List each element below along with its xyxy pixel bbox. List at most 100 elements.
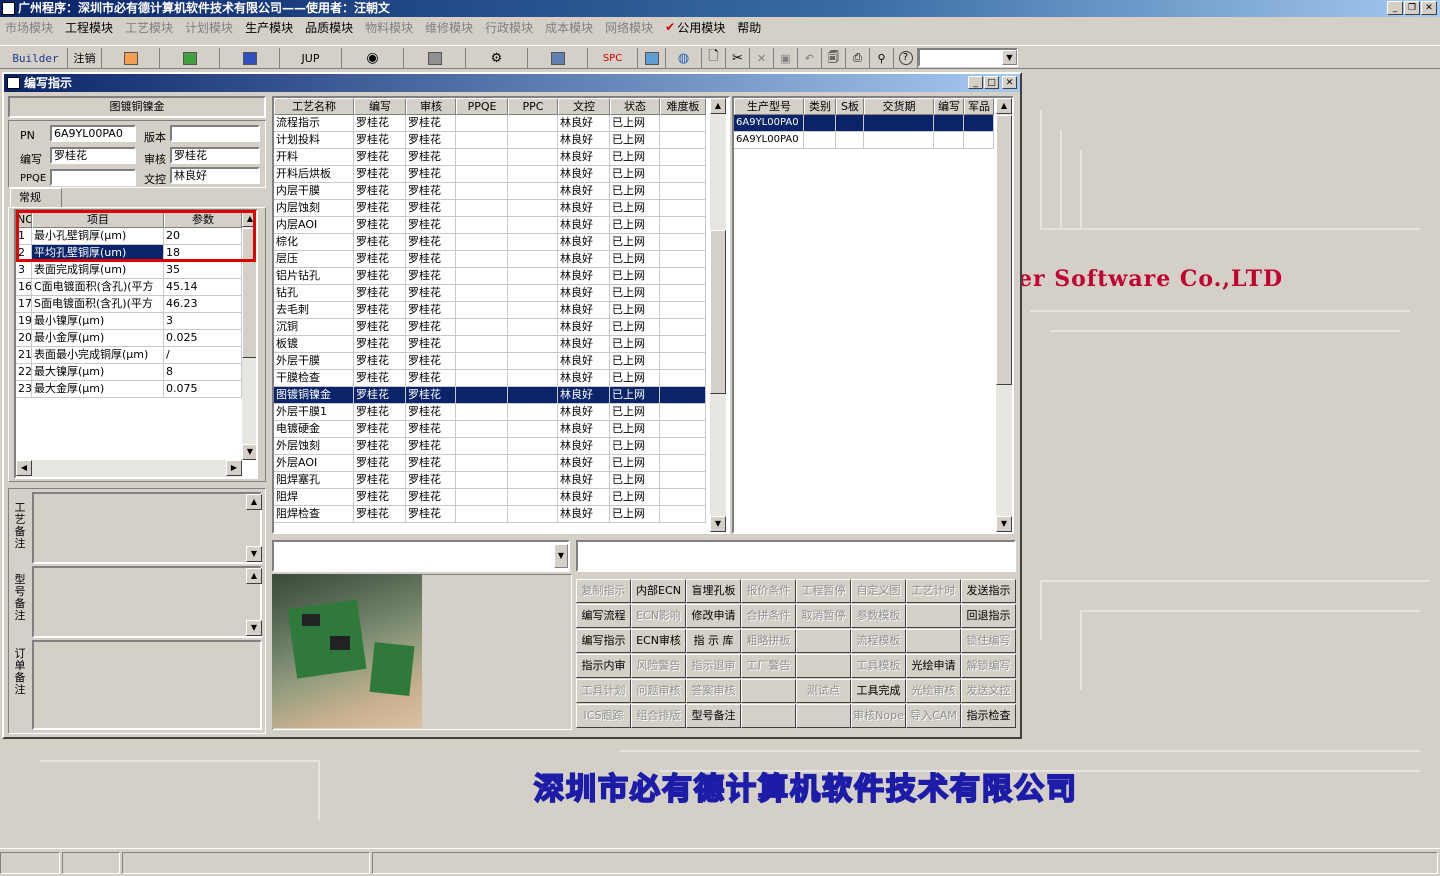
preview-button[interactable]: 🗐 [822, 48, 846, 68]
process-cell-editor[interactable]: 罗桂花 [354, 353, 406, 370]
process-row[interactable]: 内层AOI 罗桂花 罗桂花 林良好 已上网 [274, 217, 706, 234]
params-cell-value[interactable]: / [164, 347, 242, 364]
process-cell-difficulty[interactable] [660, 285, 706, 302]
process-cell-difficulty[interactable] [660, 200, 706, 217]
process-cell-ppqe[interactable] [456, 285, 508, 302]
models-header-editor[interactable]: 编写 [934, 98, 964, 115]
import-cam-button[interactable]: 导入CAM [906, 704, 961, 728]
process-cell-ppqe[interactable] [456, 268, 508, 285]
process-cell-name[interactable]: 棕化 [274, 234, 354, 251]
process-cell-ppc[interactable] [508, 149, 558, 166]
process-cell-reviewer[interactable]: 罗桂花 [406, 217, 456, 234]
process-header-doc[interactable]: 文控 [558, 98, 610, 115]
scroll-left-arrow[interactable]: ◀ [16, 460, 32, 476]
process-cell-name[interactable]: 内层干膜 [274, 183, 354, 200]
process-row[interactable]: 棕化 罗桂花 罗桂花 林良好 已上网 [274, 234, 706, 251]
process-header-difficulty[interactable]: 难度板 [660, 98, 706, 115]
tab-general[interactable]: 常规 [10, 188, 62, 208]
process-cell-ppqe[interactable] [456, 438, 508, 455]
process-cell-ppc[interactable] [508, 489, 558, 506]
process-cell-editor[interactable]: 罗桂花 [354, 404, 406, 421]
scroll-up-arrow[interactable]: ▲ [710, 98, 726, 114]
process-cell-doc[interactable]: 林良好 [558, 404, 610, 421]
process-cell-ppc[interactable] [508, 217, 558, 234]
process-cell-editor[interactable]: 罗桂花 [354, 387, 406, 404]
process-row[interactable]: 板镀 罗桂花 罗桂花 林良好 已上网 [274, 336, 706, 353]
process-cell-editor[interactable]: 罗桂花 [354, 370, 406, 387]
process-cell-difficulty[interactable] [660, 387, 706, 404]
process-cell-name[interactable]: 阻焊塞孔 [274, 472, 354, 489]
process-remark-scroll-up[interactable]: ▲ [246, 494, 262, 510]
process-cell-status[interactable]: 已上网 [610, 285, 660, 302]
tool-template-button[interactable]: 工具模板 [851, 654, 906, 678]
process-cell-status[interactable]: 已上网 [610, 421, 660, 438]
process-cell-doc[interactable]: 林良好 [558, 200, 610, 217]
params-cell-no[interactable]: 21 [16, 347, 32, 364]
model-row[interactable]: 6A9YL00PA0 [734, 132, 994, 149]
params-cell-no[interactable]: 20 [16, 330, 32, 347]
process-cell-name[interactable]: 外层干膜1 [274, 404, 354, 421]
risk-warning-button[interactable]: 风险警告 [631, 654, 686, 678]
blank-2-button[interactable] [796, 629, 851, 653]
ppqe-field[interactable] [50, 169, 136, 186]
process-cell-doc[interactable]: 林良好 [558, 115, 610, 132]
window-maximize-button[interactable]: □ [984, 76, 999, 89]
params-cell-item[interactable]: 最小金厚(μm) [32, 330, 164, 347]
process-row[interactable]: 图镀铜镍金 罗桂花 罗桂花 林良好 已上网 [274, 387, 706, 404]
undo-button[interactable]: ↶ [798, 48, 822, 68]
menu-maintenance[interactable]: 维修模块 [425, 19, 473, 36]
params-cell-item[interactable]: S面电镀面积(含孔)(平方 [32, 296, 164, 313]
process-row[interactable]: 开料 罗桂花 罗桂花 林良好 已上网 [274, 149, 706, 166]
jup-button[interactable]: JUP [280, 48, 342, 68]
process-cell-status[interactable]: 已上网 [610, 387, 660, 404]
process-cell-difficulty[interactable] [660, 115, 706, 132]
blank-5-button[interactable] [741, 679, 796, 703]
process-cell-name[interactable]: 电镀硬金 [274, 421, 354, 438]
process-cell-reviewer[interactable]: 罗桂花 [406, 200, 456, 217]
process-cell-editor[interactable]: 罗桂花 [354, 132, 406, 149]
process-cell-status[interactable]: 已上网 [610, 336, 660, 353]
minimize-button[interactable]: _ [1387, 1, 1403, 15]
params-cell-value[interactable]: 45.14 [164, 279, 242, 296]
process-cell-ppqe[interactable] [456, 370, 508, 387]
copy-instruction-button[interactable]: 复制指示 [576, 579, 631, 603]
process-cell-reviewer[interactable]: 罗桂花 [406, 404, 456, 421]
menu-help[interactable]: 帮助 [737, 19, 761, 36]
edit-instruction-button[interactable]: 编写指示 [576, 629, 631, 653]
process-cell-difficulty[interactable] [660, 132, 706, 149]
process-cell-editor[interactable]: 罗桂花 [354, 319, 406, 336]
process-cell-status[interactable]: 已上网 [610, 353, 660, 370]
scroll-down-arrow[interactable]: ▼ [996, 516, 1012, 532]
delete-button[interactable]: ✕ [750, 48, 774, 68]
process-cell-name[interactable]: 阻焊 [274, 489, 354, 506]
process-cell-reviewer[interactable]: 罗桂花 [406, 285, 456, 302]
close-button[interactable]: ✕ [1421, 1, 1437, 15]
process-cell-ppqe[interactable] [456, 387, 508, 404]
menu-plan[interactable]: 计划模块 [185, 19, 233, 36]
process-cell-difficulty[interactable] [660, 336, 706, 353]
restore-button[interactable]: ❐ [1404, 1, 1420, 15]
process-header-ppqe[interactable]: PPQE [456, 98, 508, 115]
process-cell-ppc[interactable] [508, 438, 558, 455]
process-cell-editor[interactable]: 罗桂花 [354, 217, 406, 234]
merge-condition-button[interactable]: 合拼条件 [741, 604, 796, 628]
params-cell-value[interactable]: 0.075 [164, 381, 242, 398]
process-cell-name[interactable]: 外层蚀刻 [274, 438, 354, 455]
window-close-button[interactable]: ✕ [1002, 76, 1017, 89]
blank-6-button[interactable] [741, 704, 796, 728]
process-cell-ppc[interactable] [508, 251, 558, 268]
process-cell-status[interactable]: 已上网 [610, 115, 660, 132]
process-cell-ppqe[interactable] [456, 251, 508, 268]
params-cell-value[interactable]: 8 [164, 364, 242, 381]
database-button[interactable] [404, 48, 466, 68]
process-combo-dropdown[interactable]: ▼ [554, 544, 568, 568]
process-cell-ppqe[interactable] [456, 489, 508, 506]
scroll-thumb[interactable] [996, 115, 1012, 385]
modify-request-button[interactable]: 修改申请 [686, 604, 741, 628]
params-cell-item[interactable]: 最大金厚(μm) [32, 381, 164, 398]
params-cell-value[interactable]: 35 [164, 262, 242, 279]
process-cell-name[interactable]: 外层AOI [274, 455, 354, 472]
tool-plan-button[interactable]: 工具计划 [576, 679, 631, 703]
excel-button[interactable] [160, 48, 220, 68]
process-cell-editor[interactable]: 罗桂花 [354, 489, 406, 506]
